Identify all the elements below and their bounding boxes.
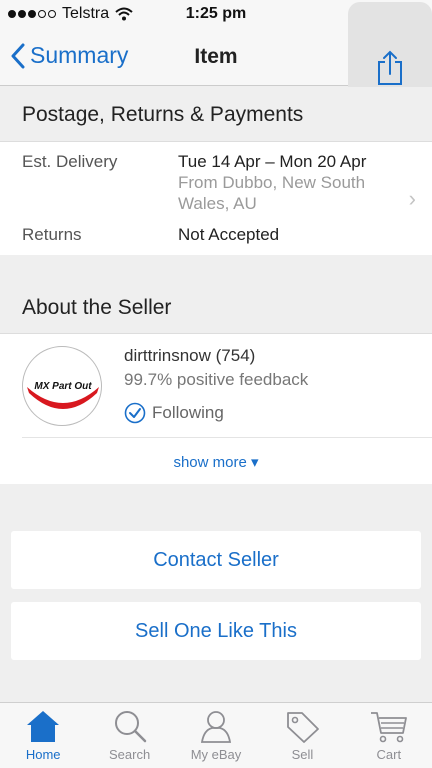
- seller-logo: MX Part Out: [27, 381, 99, 409]
- tag-icon: [287, 712, 320, 743]
- contact-seller-button[interactable]: Contact Seller: [11, 531, 421, 589]
- delivery-label: Est. Delivery: [22, 152, 118, 171]
- tab-cart[interactable]: Cart: [346, 703, 432, 768]
- tab-sell-label: Sell: [291, 747, 314, 762]
- tab-search[interactable]: Search: [86, 703, 172, 768]
- check-circle-icon: [124, 402, 146, 424]
- seller-feedback: 99.7% positive feedback: [124, 370, 309, 389]
- person-icon: [200, 711, 232, 743]
- show-more-link[interactable]: show more ▾: [0, 453, 432, 471]
- share-icon: [378, 50, 402, 85]
- delivery-origin: From Dubbo, New South Wales, AU: [178, 173, 366, 213]
- tab-my-ebay[interactable]: My eBay: [173, 703, 259, 768]
- seller-logo-text: MX Part Out: [34, 381, 92, 392]
- delivery-dates: Tue 14 Apr – Mon 20 Apr: [178, 152, 367, 171]
- seller-avatar[interactable]: MX Part Out: [22, 346, 102, 426]
- tab-sell[interactable]: Sell: [259, 703, 345, 768]
- home-icon: [27, 711, 60, 742]
- seller-section-heading: About the Seller: [0, 282, 432, 334]
- postage-panel[interactable]: Est. Delivery Tue 14 Apr – Mon 20 Apr Fr…: [0, 142, 432, 255]
- sell-one-like-this-button[interactable]: Sell One Like This: [11, 602, 421, 660]
- cart-icon: [370, 712, 407, 743]
- following-label: Following: [152, 403, 224, 422]
- navigation-bar: Summary Item: [0, 2, 432, 110]
- tab-cart-label: Cart: [376, 747, 402, 762]
- tab-bar: Home Search My eBay Sell Cart: [0, 702, 432, 768]
- divider: [22, 437, 432, 438]
- chevron-right-icon: ›: [408, 186, 416, 211]
- tab-search-label: Search: [109, 747, 151, 762]
- postage-section-heading: Postage, Returns & Payments: [0, 87, 432, 142]
- returns-label: Returns: [22, 225, 82, 244]
- seller-name[interactable]: dirttrinsnow (754): [124, 346, 255, 366]
- tab-home[interactable]: Home: [0, 703, 86, 768]
- tab-my-ebay-label: My eBay: [190, 747, 242, 762]
- seller-panel: MX Part Out dirttrinsnow (754) 99.7% pos…: [0, 334, 432, 484]
- following-toggle[interactable]: Following: [124, 402, 224, 424]
- tab-home-label: Home: [25, 747, 61, 762]
- search-icon: [114, 711, 146, 743]
- returns-value: Not Accepted: [178, 225, 280, 244]
